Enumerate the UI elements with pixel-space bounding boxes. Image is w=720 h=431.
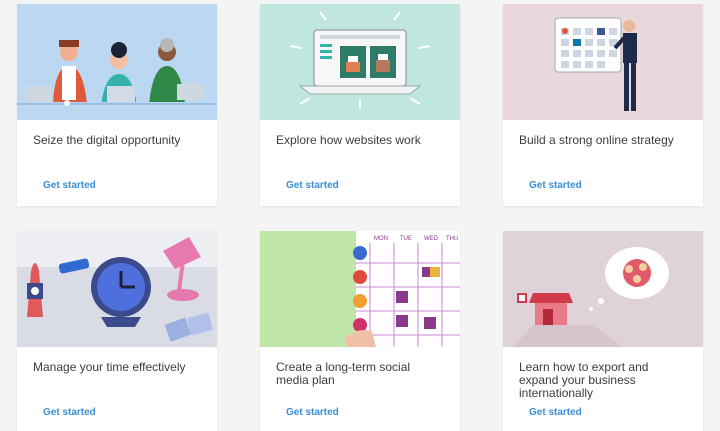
laptop-cake-illustration — [260, 4, 460, 120]
course-card-social-media[interactable]: MON TUE WED THU Create a long-term socia… — [260, 231, 460, 431]
social-calendar-illustration: MON TUE WED THU — [260, 231, 460, 347]
course-card-digital-opportunity[interactable]: Seize the digital opportunity Get starte… — [17, 4, 217, 206]
get-started-link[interactable]: Get started — [260, 180, 460, 191]
calendar-man-illustration — [503, 4, 703, 120]
calendar-day-tue: TUE — [400, 236, 412, 242]
get-started-link[interactable]: Get started — [17, 407, 217, 418]
course-title: Manage your time effectively — [33, 360, 186, 374]
get-started-link[interactable]: Get started — [17, 180, 217, 191]
calendar-day-wed: WED — [424, 236, 439, 242]
course-card-time-management[interactable]: Manage your time effectively Get started — [17, 231, 217, 431]
course-title: Create a long-term social media plan — [276, 360, 411, 387]
course-card-export[interactable]: Learn how to export and expand your busi… — [503, 231, 703, 431]
get-started-link[interactable]: Get started — [503, 407, 703, 418]
course-card-online-strategy[interactable]: Build a strong online strategy Get start… — [503, 4, 703, 206]
course-title: Build a strong online strategy — [519, 133, 674, 147]
course-title: Explore how websites work — [276, 133, 421, 147]
course-title: Learn how to export and expand your busi… — [519, 360, 649, 400]
calendar-day-thu: THU — [446, 236, 458, 242]
export-shop-illustration — [503, 231, 703, 347]
people-illustration — [17, 4, 217, 120]
calendar-day-mon: MON — [374, 236, 388, 242]
get-started-link[interactable]: Get started — [260, 407, 460, 418]
get-started-link[interactable]: Get started — [503, 180, 703, 191]
desk-clock-illustration — [17, 231, 217, 347]
course-title: Seize the digital opportunity — [33, 133, 181, 147]
course-card-websites[interactable]: Explore how websites work Get started — [260, 4, 460, 206]
